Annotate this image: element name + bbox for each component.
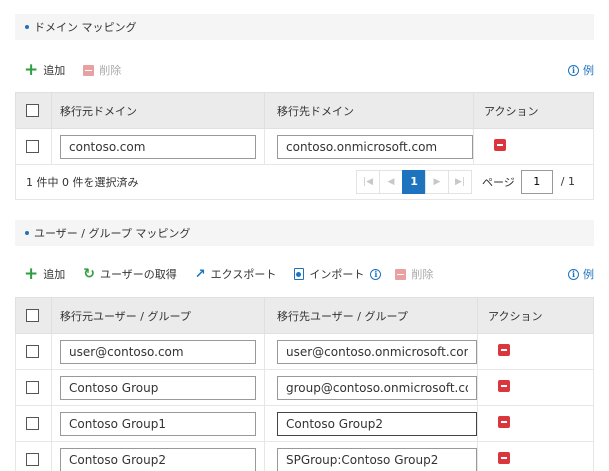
- user-example-label: 例: [583, 268, 594, 281]
- page-number-input[interactable]: [520, 169, 553, 194]
- last-page-icon[interactable]: ▶|: [448, 169, 473, 194]
- col-target-domain: 移行先ドメイン: [264, 92, 474, 129]
- user-add-label: 追加: [43, 268, 66, 281]
- remove-icon[interactable]: [498, 452, 510, 464]
- user-delete-button[interactable]: 削除: [395, 266, 433, 282]
- import-file-icon: [294, 268, 305, 280]
- target-user-input[interactable]: [277, 447, 477, 471]
- plus-icon: +: [24, 59, 39, 80]
- remove-icon[interactable]: [498, 416, 510, 428]
- source-user-input[interactable]: [60, 447, 256, 471]
- source-user-input[interactable]: [60, 375, 256, 400]
- share-arrow-icon: ↗: [194, 266, 206, 282]
- remove-icon[interactable]: [498, 380, 510, 392]
- table-row: [15, 405, 594, 442]
- user-mapping-header: ユーザー / グループ マッピング: [15, 220, 594, 246]
- table-row: [15, 441, 594, 471]
- table-row: [15, 333, 594, 370]
- table-row: [15, 128, 594, 165]
- domain-toolbar: + 追加 削除 i 例: [24, 61, 594, 79]
- info-circle-icon: i: [568, 64, 579, 76]
- user-delete-label: 削除: [411, 268, 434, 281]
- import-button[interactable]: インポート: [294, 266, 364, 282]
- source-user-input[interactable]: [60, 411, 256, 436]
- domain-add-label: 追加: [43, 64, 66, 77]
- fetch-users-label: ユーザーの取得: [99, 268, 177, 281]
- target-user-input[interactable]: [277, 339, 477, 364]
- current-page-button[interactable]: 1: [402, 169, 427, 194]
- domain-add-button[interactable]: + 追加: [24, 59, 66, 80]
- info-circle-icon: i: [568, 268, 579, 280]
- target-user-input[interactable]: [277, 375, 477, 400]
- minus-box-icon: [83, 64, 95, 76]
- source-domain-input[interactable]: [60, 134, 256, 159]
- pagination: |◀ ◀ 1 ▶ ▶| ページ / 1: [356, 169, 575, 194]
- page-total: / 1: [560, 175, 575, 188]
- refresh-icon: ↻: [83, 266, 95, 282]
- prev-page-icon[interactable]: ◀: [379, 169, 404, 194]
- user-mapping-title: ユーザー / グループ マッピング: [34, 227, 191, 240]
- domain-pager-row: 1 件中 0 件を選択済み |◀ ◀ 1 ▶ ▶| ページ / 1: [15, 164, 594, 200]
- target-domain-input[interactable]: [277, 134, 473, 159]
- domain-example-link[interactable]: i 例: [568, 62, 594, 78]
- import-label: インポート: [309, 268, 365, 281]
- row-checkbox[interactable]: [26, 140, 39, 154]
- first-page-icon[interactable]: |◀: [356, 169, 381, 194]
- domain-mapping-title: ドメイン マッピング: [34, 21, 137, 34]
- user-toolbar: + 追加 ↻ ユーザーの取得 ↗ エクスポート インポート i 削除 i 例: [24, 265, 594, 283]
- row-checkbox[interactable]: [26, 345, 39, 359]
- user-table: 移行元ユーザー / グループ 移行先ユーザー / グループ アクション: [15, 297, 594, 471]
- minus-box-icon: [395, 268, 407, 280]
- row-checkbox[interactable]: [26, 453, 39, 467]
- domain-mapping-header: ドメイン マッピング: [15, 14, 594, 40]
- page-label: ページ: [482, 175, 515, 189]
- table-row: [15, 369, 594, 406]
- user-table-header: 移行元ユーザー / グループ 移行先ユーザー / グループ アクション: [15, 297, 594, 334]
- user-select-all-checkbox[interactable]: [26, 309, 39, 323]
- row-checkbox[interactable]: [26, 381, 39, 395]
- remove-icon[interactable]: [494, 139, 506, 151]
- fetch-users-button[interactable]: ↻ ユーザーの取得: [83, 266, 177, 282]
- domain-delete-button[interactable]: 削除: [83, 62, 121, 78]
- plus-icon: +: [24, 263, 39, 284]
- domain-table-header: 移行元ドメイン 移行先ドメイン アクション: [15, 92, 594, 129]
- info-circle-icon: i: [370, 268, 382, 280]
- export-label: エクスポート: [210, 268, 277, 281]
- bullet-icon: [25, 231, 29, 235]
- user-example-link[interactable]: i 例: [568, 266, 594, 282]
- remove-icon[interactable]: [498, 344, 510, 356]
- target-user-input[interactable]: [277, 411, 477, 436]
- domain-delete-label: 削除: [99, 64, 122, 77]
- col-source-user: 移行元ユーザー / グループ: [51, 297, 265, 334]
- col-action: アクション: [477, 297, 594, 334]
- bullet-icon: [25, 25, 29, 29]
- selection-status: 1 件中 0 件を選択済み: [26, 175, 139, 189]
- domain-select-all-checkbox[interactable]: [26, 104, 39, 118]
- next-page-icon[interactable]: ▶: [425, 169, 450, 194]
- row-checkbox[interactable]: [26, 417, 39, 431]
- col-source-domain: 移行元ドメイン: [51, 92, 265, 129]
- domain-table: 移行元ドメイン 移行先ドメイン アクション: [15, 92, 594, 165]
- source-user-input[interactable]: [60, 339, 256, 364]
- import-info-button[interactable]: i: [370, 268, 385, 280]
- col-action: アクション: [473, 92, 594, 129]
- user-add-button[interactable]: + 追加: [24, 263, 66, 284]
- col-target-user: 移行先ユーザー / グループ: [264, 297, 478, 334]
- export-button[interactable]: ↗ エクスポート: [195, 266, 277, 282]
- domain-example-label: 例: [583, 64, 594, 77]
